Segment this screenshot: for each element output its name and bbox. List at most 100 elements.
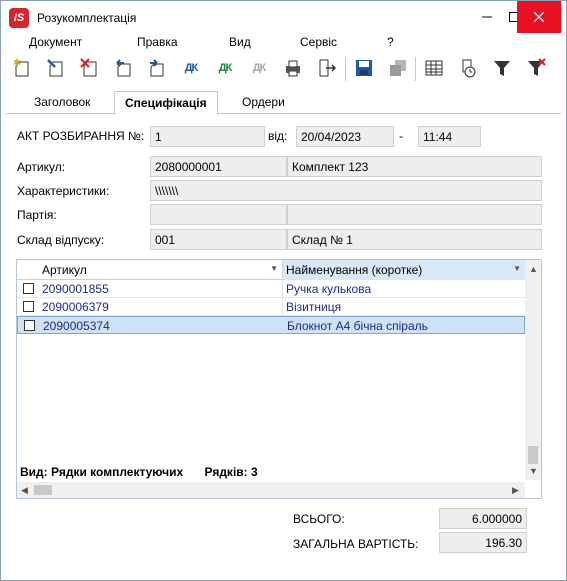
table-row-selected[interactable]: 2090005374 Блокнот А4 бічна спіраль <box>17 316 525 335</box>
warehouse-name-field[interactable]: Склад № 1 <box>287 229 542 250</box>
copy-disabled-icon <box>390 60 406 76</box>
column-header-article[interactable]: Артикул ▼ <box>39 260 283 280</box>
scroll-left-icon[interactable]: ◀ <box>21 485 28 496</box>
redo-doc-button[interactable] <box>144 55 170 81</box>
filter-button[interactable] <box>489 55 515 81</box>
total-label: ВСЬОГО: <box>293 512 345 526</box>
menu-view[interactable]: Вид <box>229 35 251 49</box>
batch-code-field[interactable] <box>150 204 287 225</box>
clock-doc-icon <box>462 59 476 78</box>
print-button[interactable] <box>280 55 306 81</box>
export-icon <box>319 59 337 77</box>
dk-disabled-button[interactable]: ДК <box>246 55 272 81</box>
scroll-up-icon[interactable]: ▲ <box>529 264 538 274</box>
grid-header: Артикул ▼ Найменування (коротке) ▼ <box>17 260 525 280</box>
column-header-name-label: Найменування (коротке) <box>286 263 423 277</box>
redo-doc-icon <box>150 59 164 77</box>
act-number-label: АКТ РОЗБИРАННЯ №: <box>17 129 145 143</box>
menu-document[interactable]: Документ <box>29 35 82 49</box>
table-row[interactable]: 2090006379 Візитниця <box>17 298 525 316</box>
horizontal-scroll-thumb[interactable] <box>34 485 52 495</box>
batch-label: Партія: <box>17 208 57 222</box>
dk-green-button[interactable]: ДК <box>212 55 238 81</box>
article-code-field[interactable]: 2080000001 <box>150 156 287 177</box>
row-name: Візитниця <box>286 300 342 314</box>
scroll-down-icon[interactable]: ▼ <box>529 466 538 476</box>
grid-footer: Вид: Рядки комплектуючих Рядків: 3 <box>20 465 258 479</box>
delete-doc-icon <box>80 58 97 77</box>
article-name-field[interactable]: Комплект 123 <box>287 156 542 177</box>
date-time-separator: - <box>399 129 403 143</box>
batch-name-field[interactable] <box>287 204 542 225</box>
window-title: Розукомплектація <box>37 11 137 25</box>
total-cost-label: ЗАГАЛЬНА ВАРТІСТЬ: <box>293 537 419 551</box>
toolbar: ✱ ДК ДК ДК <box>1 53 566 85</box>
dk-disabled-icon: ДК <box>252 62 267 74</box>
row-name: Блокнот А4 бічна спіраль <box>287 319 428 333</box>
specification-grid: Артикул ▼ Найменування (коротке) ▼ 20900… <box>16 259 542 499</box>
column-header-name[interactable]: Найменування (коротке) ▼ <box>283 260 525 280</box>
column-header-article-label: Артикул <box>42 263 87 277</box>
close-button[interactable] <box>517 1 561 33</box>
row-article: 2090001855 <box>39 280 283 298</box>
main-window: IS Розукомплектація Документ Правка Вид … <box>0 0 567 581</box>
menu-service[interactable]: Сервіс <box>300 35 337 49</box>
copy-disabled-button[interactable] <box>385 55 411 81</box>
dk-button[interactable]: ДК <box>178 55 204 81</box>
table-button[interactable] <box>421 55 447 81</box>
delete-doc-button[interactable] <box>77 55 103 81</box>
tab-header[interactable]: Заголовок <box>24 91 100 114</box>
export-button[interactable] <box>314 55 340 81</box>
toolbar-separator <box>415 57 416 81</box>
act-number-field[interactable]: 1 <box>150 126 265 147</box>
vertical-scrollbar[interactable]: ▲ ▼ <box>525 260 541 480</box>
characteristics-label: Характеристики: <box>17 184 110 198</box>
table-row[interactable]: 2090001855 Ручка кулькова <box>17 280 525 298</box>
title-bar: IS Розукомплектація <box>1 1 566 33</box>
sort-arrow-icon: ▼ <box>513 264 521 273</box>
print-icon <box>286 60 300 77</box>
warehouse-code-field[interactable]: 001 <box>150 229 287 250</box>
save-button[interactable] <box>351 55 377 81</box>
table-icon <box>425 60 443 76</box>
save-icon <box>356 60 372 76</box>
row-checkbox[interactable] <box>24 320 35 331</box>
tab-orders[interactable]: Ордери <box>232 91 295 114</box>
close-icon <box>534 12 544 22</box>
edit-doc-button[interactable] <box>43 55 69 81</box>
minimize-button[interactable] <box>472 1 502 33</box>
date-field[interactable]: 20/04/2023 <box>296 126 394 147</box>
time-field[interactable]: 11:44 <box>418 126 481 147</box>
scroll-right-icon[interactable]: ▶ <box>512 485 519 496</box>
row-article: 2090005374 <box>40 317 284 335</box>
grid-row-count: Рядків: 3 <box>204 465 258 479</box>
article-label: Артикул: <box>17 160 66 174</box>
new-doc-icon: ✱ <box>13 58 29 77</box>
menu-help[interactable]: ? <box>387 35 394 49</box>
edit-doc-icon <box>47 59 63 77</box>
clear-filter-button[interactable] <box>523 55 549 81</box>
new-doc-button[interactable]: ✱ <box>9 55 35 81</box>
app-logo-icon: IS <box>9 8 29 28</box>
clock-doc-button[interactable] <box>455 55 481 81</box>
menu-bar: Документ Правка Вид Сервіс ? <box>1 33 566 51</box>
tab-specification[interactable]: Специфікація <box>114 91 218 115</box>
sort-arrow-icon: ▼ <box>270 264 278 273</box>
row-checkbox[interactable] <box>23 283 34 294</box>
total-field: 6.000000 <box>439 508 527 529</box>
date-label: від: <box>268 129 288 143</box>
row-article: 2090006379 <box>39 298 283 316</box>
menu-edit[interactable]: Правка <box>137 35 178 49</box>
clear-filter-icon <box>528 58 546 76</box>
warehouse-label: Склад відпуску: <box>17 233 105 247</box>
row-name: Ручка кулькова <box>286 282 372 296</box>
tab-strip: Заголовок Специфікація Ордери <box>6 91 561 115</box>
undo-doc-button[interactable] <box>111 55 137 81</box>
filter-icon <box>494 61 510 76</box>
row-checkbox[interactable] <box>23 301 34 312</box>
total-cost-field: 196.30 <box>439 532 527 553</box>
characteristics-field[interactable]: \\\\\\\ <box>150 180 542 201</box>
vertical-scroll-thumb[interactable] <box>528 446 538 464</box>
toolbar-separator <box>345 57 346 81</box>
horizontal-scrollbar[interactable]: ◀ ▶ <box>17 482 525 498</box>
